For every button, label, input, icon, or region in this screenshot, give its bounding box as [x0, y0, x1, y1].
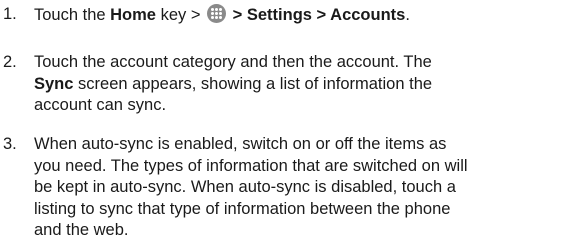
step-line: Touch the Home key > > Settings > Accoun…: [34, 4, 410, 26]
settings-accounts-path: > Settings > Accounts: [228, 6, 406, 24]
step-line: Touch the account category and then the …: [34, 52, 432, 74]
step-line: When auto-sync is enabled, switch on or …: [34, 134, 468, 156]
text-segment: Touch the account category and then the …: [34, 53, 432, 71]
text-segment: account can sync.: [34, 96, 167, 114]
text-segment: listing to sync that type of information…: [34, 199, 451, 218]
step-number: 3.: [3, 135, 17, 153]
apps-icon: [207, 4, 227, 23]
step-line: account can sync.: [34, 95, 432, 117]
step-text: Touch the account category and then the …: [34, 52, 432, 117]
step-number: 2.: [3, 53, 17, 71]
text-segment: screen appears, showing a list of inform…: [73, 74, 433, 93]
step-line: listing to sync that type of information…: [34, 199, 468, 221]
text-segment: key >: [155, 6, 206, 24]
text-segment: be kept in auto-sync. When auto-sync is …: [34, 178, 456, 196]
text-segment: Touch the: [34, 6, 111, 24]
home-key-label: Home: [110, 6, 156, 24]
step-text: When auto-sync is enabled, switch on or …: [34, 134, 468, 242]
step-line: you need. The types of information that …: [34, 156, 468, 178]
text-segment: and the web.: [34, 221, 129, 239]
text-segment: .: [405, 6, 410, 24]
step-number: 1.: [3, 5, 17, 23]
text-segment: When auto-sync is enabled, switch on or …: [34, 135, 447, 153]
step-line: Sync screen appears, showing a list of i…: [34, 74, 432, 96]
step-text: Touch the Home key > > Settings > Accoun…: [34, 4, 410, 26]
step-line: and the web.: [34, 220, 468, 242]
sync-screen-label: Sync: [34, 74, 74, 93]
step-line: be kept in auto-sync. When auto-sync is …: [34, 177, 468, 199]
text-segment: you need. The types of information that …: [34, 156, 468, 175]
